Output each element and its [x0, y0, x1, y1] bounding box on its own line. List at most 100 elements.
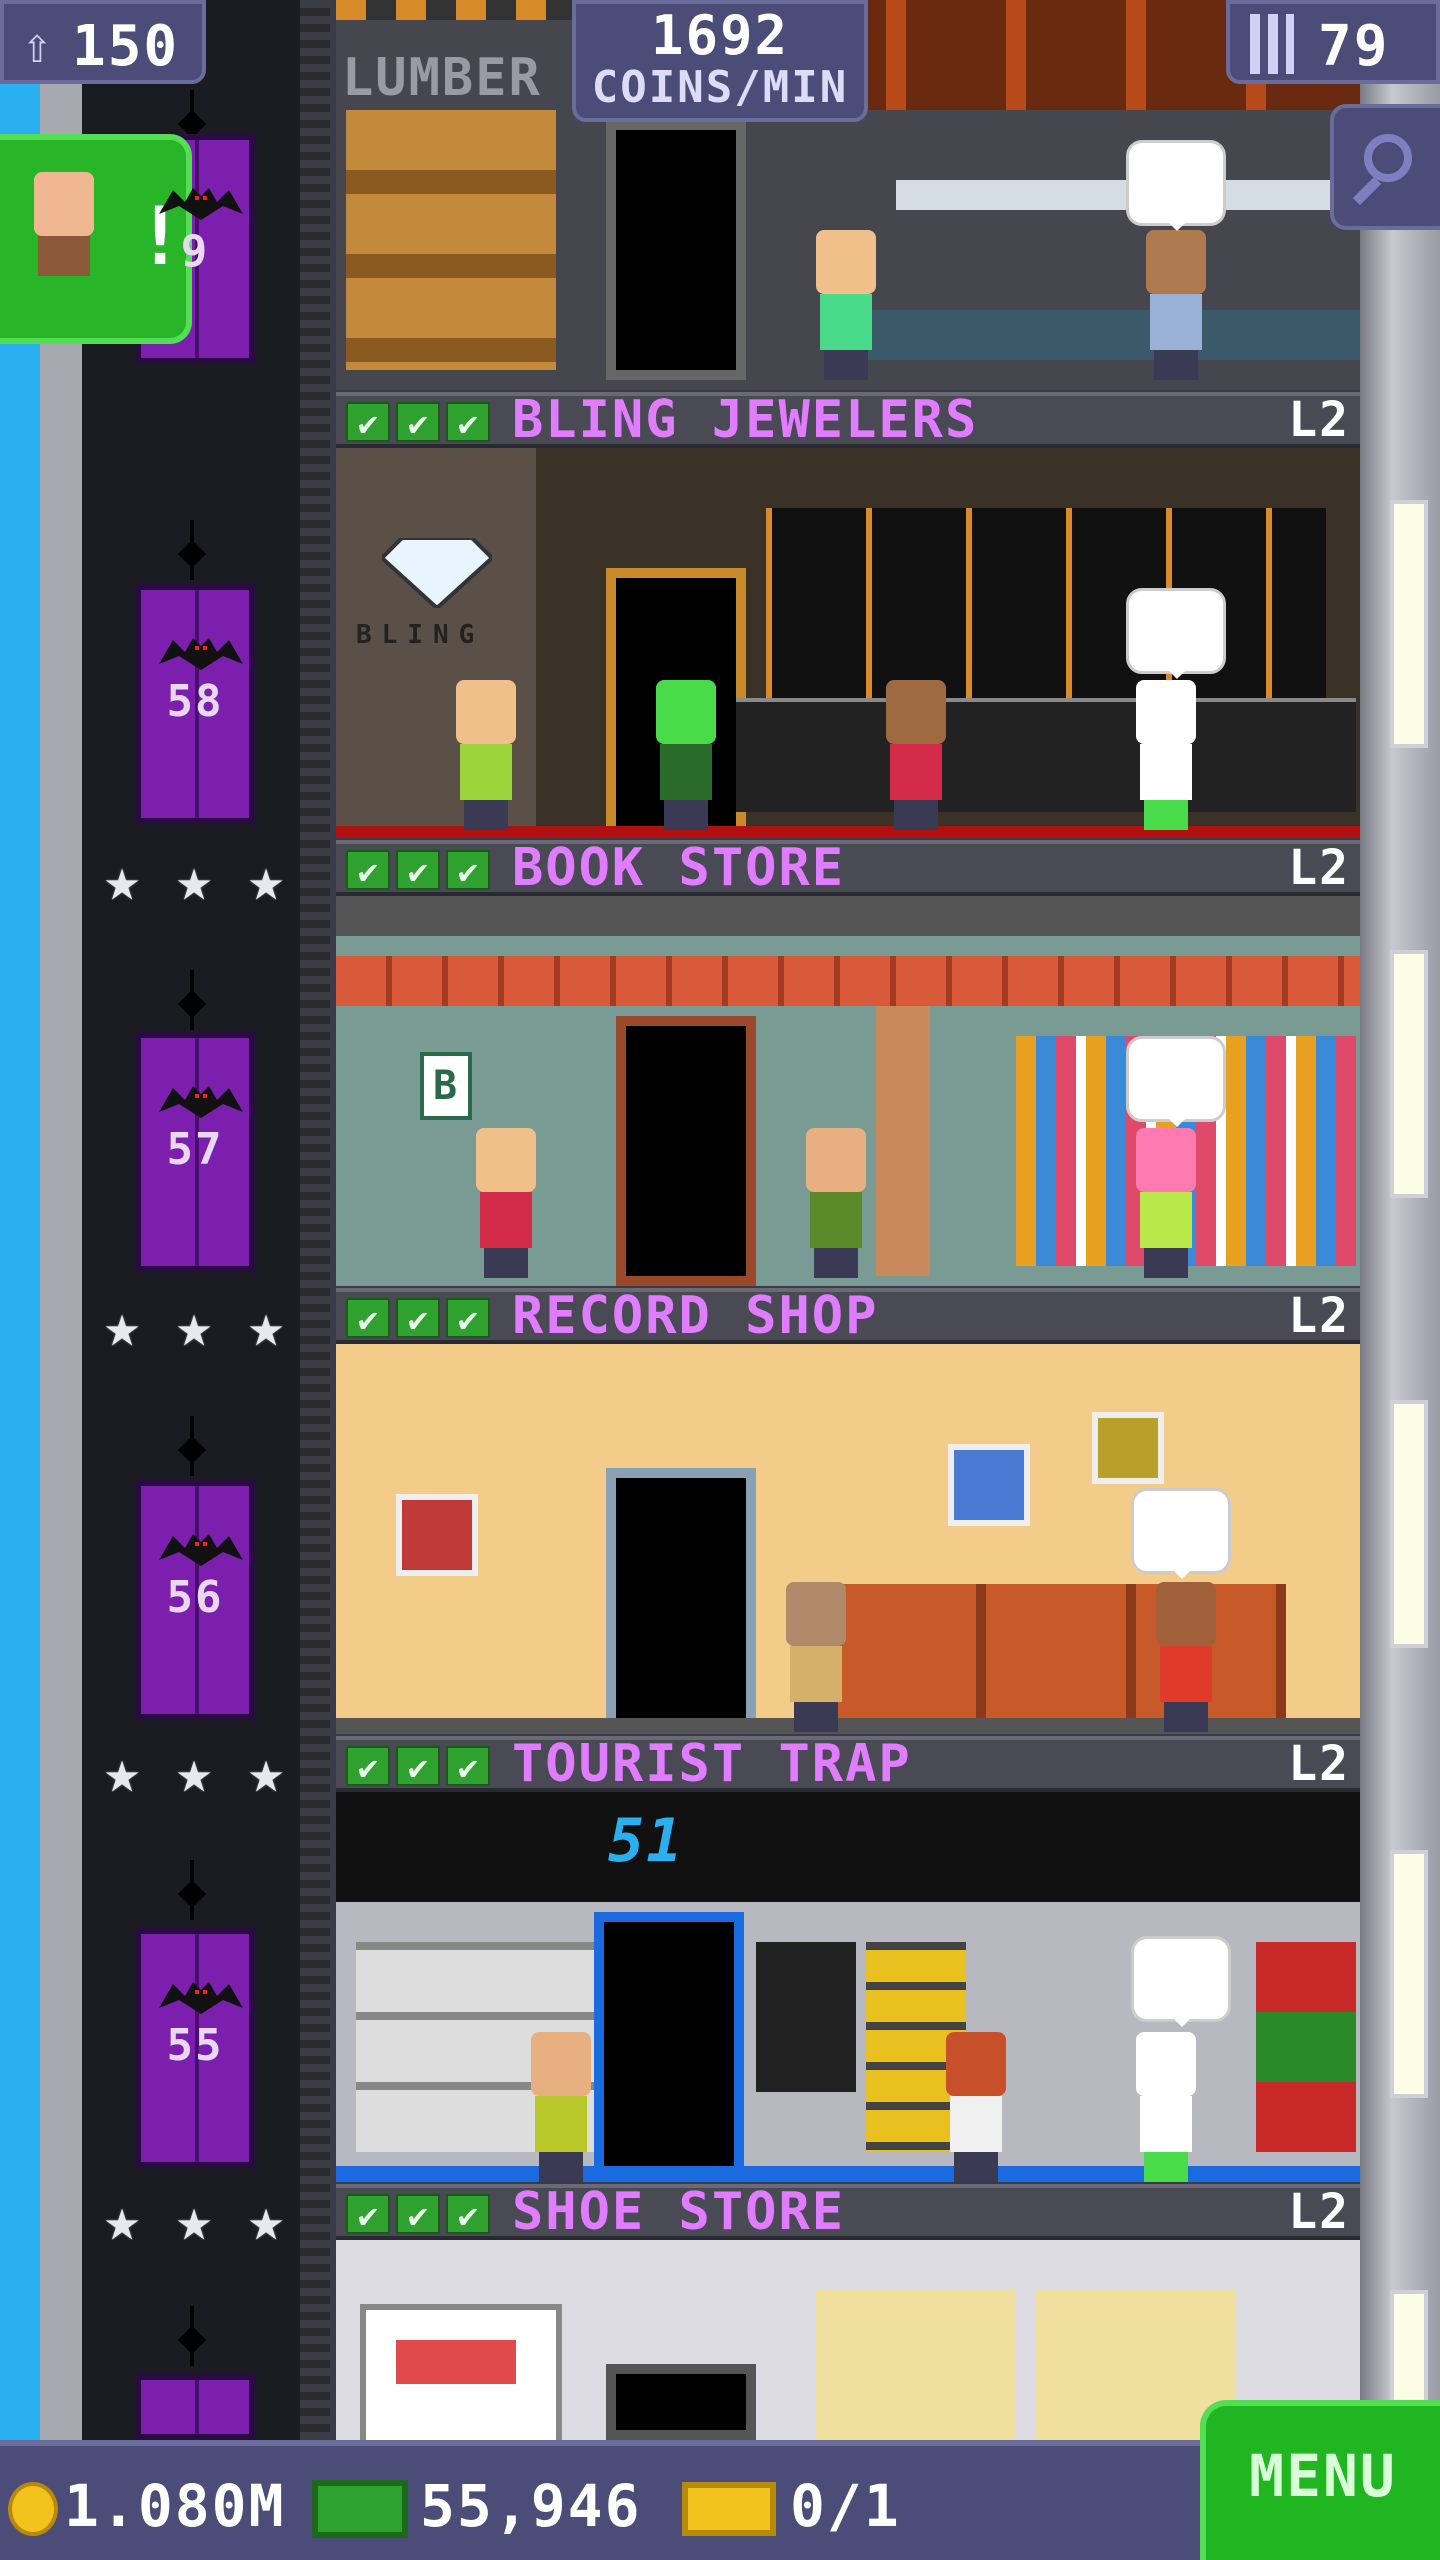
coins-value: 1.080M — [64, 2472, 286, 2540]
elevator-hook — [182, 520, 202, 580]
tenant[interactable] — [446, 680, 526, 830]
merch-wall — [336, 1792, 1360, 1902]
check-icon: ✔ — [446, 1298, 490, 1340]
lumber-stack — [346, 110, 556, 370]
bat-icon — [159, 1534, 243, 1566]
tenant[interactable] — [876, 680, 956, 830]
visitor[interactable] — [646, 680, 726, 830]
elevator-car[interactable]: 55 — [135, 1928, 255, 2168]
shop-door[interactable] — [594, 1912, 744, 2182]
population-counter[interactable]: ⇧ 150 — [0, 0, 206, 84]
thought-bubble — [1131, 1936, 1231, 2027]
floor-tourist-trap[interactable]: 51 — [336, 1792, 1360, 2182]
tenant[interactable] — [1136, 230, 1216, 380]
ceiling — [336, 896, 1360, 936]
shoe-poster — [360, 2304, 562, 2440]
visitor[interactable] — [776, 1582, 856, 1732]
shop-door[interactable] — [606, 1468, 756, 1734]
coins-per-min-value: 1692 — [650, 4, 790, 67]
window — [1390, 500, 1428, 748]
check-icon: ✔ — [396, 2194, 440, 2236]
display-case — [766, 508, 1326, 698]
bat-icon — [159, 638, 243, 670]
check-icon: ✔ — [396, 1746, 440, 1788]
visitor[interactable] — [796, 1128, 876, 1278]
bat-icon — [159, 1982, 243, 2014]
tenant[interactable] — [1146, 1582, 1226, 1732]
check-icon: ✔ — [446, 850, 490, 892]
population-icon: ⇧ — [22, 16, 53, 74]
window — [1390, 1850, 1428, 2098]
thought-bubble — [1126, 140, 1226, 231]
elevator-hook — [182, 2306, 202, 2366]
tenant[interactable] — [806, 230, 886, 380]
floor-header[interactable]: ✔ ✔ ✔ RECORD SHOP L2 — [336, 1288, 1360, 1344]
floor-record-shop[interactable] — [336, 1344, 1360, 1734]
check-icon: ✔ — [346, 2194, 390, 2236]
window — [1390, 1400, 1428, 1648]
floor-level: L2 — [1288, 1288, 1350, 1344]
floor-counter[interactable]: 79 — [1226, 0, 1440, 84]
coin-icon — [8, 2482, 58, 2536]
star-icon: ★ — [175, 845, 213, 915]
search-button[interactable] — [1330, 104, 1440, 230]
population-value: 150 — [72, 14, 180, 79]
tenant[interactable] — [466, 1128, 546, 1278]
shop-door[interactable] — [606, 120, 746, 380]
menu-button[interactable]: MENU — [1200, 2400, 1440, 2560]
snowman[interactable] — [1126, 2032, 1206, 2182]
star-icon: ★ — [103, 2185, 141, 2255]
wall-poster — [1092, 1412, 1164, 1484]
floor-book-store[interactable]: B — [336, 896, 1360, 1286]
elevator-car[interactable]: 58 — [135, 584, 255, 824]
book-sign: B — [420, 1052, 472, 1120]
bux-icon — [312, 2480, 408, 2538]
floor-header[interactable]: ✔ ✔ ✔ BLING JEWELERS L2 — [336, 392, 1360, 448]
workbench — [896, 180, 1336, 210]
star-icon: ★ — [103, 1737, 141, 1807]
tenant[interactable] — [521, 2032, 601, 2182]
elevator-car[interactable]: 57 — [135, 1032, 255, 1272]
star-rating: ★ ★ ★ — [92, 1296, 296, 1356]
shoe-display — [816, 2290, 1236, 2440]
elevator-floor-number: 56 — [166, 1572, 224, 1623]
elevator-car[interactable]: 56 — [135, 1480, 255, 1720]
sky — [0, 0, 40, 2440]
elevator-rail — [300, 0, 330, 2440]
shop-door[interactable] — [606, 2364, 756, 2440]
star-icon: ★ — [175, 2185, 213, 2255]
floor-header[interactable]: ✔ ✔ ✔ BOOK STORE L2 — [336, 840, 1360, 896]
elevator-floor-number: 55 — [166, 2020, 224, 2071]
search-icon-handle — [1352, 176, 1382, 206]
floor-bling-jewelers[interactable]: BLING — [336, 448, 1360, 838]
tenant[interactable] — [1126, 1128, 1206, 1278]
floor-name: SHOE STORE — [512, 2182, 846, 2242]
elevator-floor-number: 58 — [166, 676, 224, 727]
visitor[interactable] — [936, 2032, 1016, 2182]
check-icon: ✔ — [396, 850, 440, 892]
thought-bubble — [1131, 1488, 1231, 1579]
elevator-floor-number: 57 — [166, 1124, 224, 1175]
star-rating: ★ ★ ★ — [92, 850, 296, 910]
elevator-car[interactable] — [135, 2374, 255, 2440]
floor-header[interactable]: ✔ ✔ ✔ TOURIST TRAP L2 — [336, 1736, 1360, 1792]
floor-level: L2 — [1288, 2184, 1350, 2240]
floor-name: BOOK STORE — [512, 838, 846, 898]
shop-door[interactable] — [616, 1016, 756, 1286]
snowman[interactable] — [1126, 680, 1206, 830]
floor-header[interactable]: ✔ ✔ ✔ SHOE STORE L2 — [336, 2184, 1360, 2240]
bux-value: 55,946 — [420, 2472, 642, 2540]
star-rating: ★ ★ ★ — [92, 2190, 296, 2250]
coins-per-min: 1692 COINS/MIN — [572, 0, 868, 122]
star-icon: ★ — [175, 1737, 213, 1807]
bat-icon — [159, 188, 243, 220]
coins-per-min-label: COINS/MIN — [591, 62, 849, 113]
check-icon: ✔ — [346, 402, 390, 444]
lumber-sign: LUMBER — [342, 48, 542, 108]
shaft-edge — [40, 0, 82, 2440]
wall-poster — [396, 1494, 478, 1576]
counter — [856, 310, 1360, 360]
star-icon: ★ — [247, 2185, 285, 2255]
brick-trim — [336, 956, 1360, 1006]
check-icon: ✔ — [346, 1746, 390, 1788]
